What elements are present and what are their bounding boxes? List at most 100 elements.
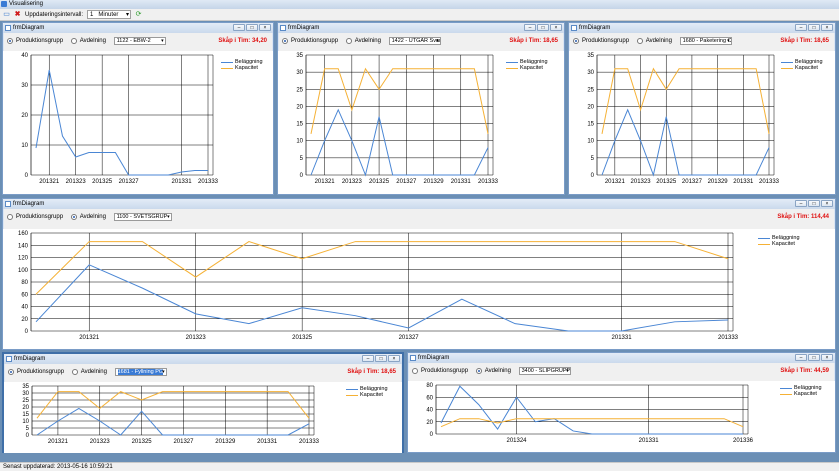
- group-combo[interactable]: 1122 - EBW-2: [113, 37, 166, 45]
- group-combo[interactable]: 1422 - UTGÅR Svan: [388, 37, 441, 45]
- window-titlebar[interactable]: frmDiagram – □ ×: [569, 23, 835, 33]
- close-button[interactable]: ×: [388, 355, 400, 362]
- group-combo[interactable]: 1680 - Paketering Ch: [679, 37, 732, 45]
- radio-produktionsgrupp[interactable]: [282, 38, 288, 44]
- window-title: frmDiagram: [14, 356, 46, 362]
- skap-label: Skåp i Tim: 18,65: [780, 38, 829, 44]
- x-tick-label: 201331: [612, 335, 633, 341]
- x-tick-label: 201321: [48, 439, 69, 445]
- maximize-button[interactable]: □: [808, 24, 820, 31]
- window-titlebar[interactable]: frmDiagram – □ ×: [3, 23, 273, 33]
- minimize-button[interactable]: –: [795, 24, 807, 31]
- radio-avdelning[interactable]: [345, 38, 352, 44]
- x-tick-label: 201325: [92, 179, 113, 185]
- skap-label: Skåp i Tim: 34,20: [218, 38, 267, 44]
- y-tick-label: 25: [587, 87, 594, 93]
- legend-kapacitet: Kapacitet: [221, 65, 263, 71]
- series-line-kapacitet: [601, 67, 770, 134]
- y-tick-label: 5: [591, 156, 595, 162]
- group-combo-value: 1680 - Paketering Ch: [682, 38, 732, 44]
- radio-avdelning[interactable]: [475, 368, 482, 374]
- chart-area: 0 10 20 30 40 201321 201323 201325 201327 201331 2…: [3, 51, 273, 194]
- group-combo-value: 1681 - Fyllning PG: [117, 369, 164, 375]
- close-button[interactable]: ×: [821, 24, 833, 31]
- radio-avdelning[interactable]: [70, 38, 77, 44]
- form-icon: [6, 356, 12, 362]
- minimize-button[interactable]: –: [233, 24, 245, 31]
- radio-produktionsgrupp[interactable]: [8, 369, 14, 375]
- minimize-button[interactable]: –: [524, 24, 536, 31]
- line-chart: 0 5 10 15 20 25 30 35 201321 201323 201325 201327 20…: [587, 53, 780, 185]
- window-titlebar[interactable]: frmDiagram – □ ×: [408, 353, 835, 363]
- y-tick-label: 35: [587, 53, 594, 59]
- form-icon: [410, 355, 416, 361]
- y-tick-label: 20: [296, 104, 303, 110]
- legend-kapacitet: Kapacitet: [781, 65, 823, 71]
- maximize-button[interactable]: □: [808, 354, 820, 361]
- x-tick-label: 201333: [718, 335, 739, 341]
- group-combo[interactable]: 1681 - Fyllning PG: [114, 368, 167, 376]
- interval-select[interactable]: 1 Minuter: [87, 10, 132, 19]
- radio-avdelning[interactable]: [71, 369, 78, 375]
- y-tick-label: 80: [21, 280, 28, 286]
- status-bar: Senast uppdaterad: 2013-05-16 10:59:21: [0, 462, 839, 471]
- y-tick-label: 100: [18, 268, 29, 274]
- radio-avdelning[interactable]: [70, 214, 77, 220]
- series-line-belaggning: [36, 407, 310, 436]
- legend-kapacitet: Kapacitet: [780, 391, 822, 397]
- window-title: frmDiagram: [288, 25, 320, 31]
- y-tick-label: 35: [296, 53, 303, 59]
- minimize-button[interactable]: –: [795, 200, 807, 207]
- x-tick-label: 201333: [759, 179, 780, 185]
- close-button[interactable]: ×: [259, 24, 271, 31]
- close-button[interactable]: ×: [821, 200, 833, 207]
- y-tick-label: 20: [21, 113, 28, 119]
- minimize-button[interactable]: –: [795, 354, 807, 361]
- group-combo[interactable]: 3400 - SLIPGRUPP: [518, 367, 571, 375]
- group-combo[interactable]: 1100 - SVETSGRUP: [113, 213, 172, 221]
- chart-area: 0 5 10 15 20 25 30 35 201321 201323 201325 201327 20…: [4, 382, 402, 453]
- x-tick-label: 201325: [656, 179, 677, 185]
- line-chart: 0 20 40 60 80 201324 201331 201336: [426, 383, 753, 444]
- y-tick-label: 40: [426, 408, 433, 414]
- y-tick-label: 0: [25, 173, 29, 179]
- legend-label: Kapacitet: [360, 392, 383, 398]
- close-x-icon[interactable]: ✖: [14, 11, 21, 18]
- interval-value: 1: [90, 12, 94, 18]
- series-line-belaggning: [310, 108, 489, 177]
- x-tick-label: 201327: [119, 179, 140, 185]
- x-tick-label: 201323: [186, 335, 207, 341]
- window-titlebar[interactable]: frmDiagram – □ ×: [278, 23, 564, 33]
- minimize-button[interactable]: –: [362, 355, 374, 362]
- window-titlebar[interactable]: frmDiagram – □ ×: [4, 354, 402, 364]
- close-button[interactable]: ×: [550, 24, 562, 31]
- radio-produktionsgrupp[interactable]: [412, 368, 418, 374]
- y-tick-label: 30: [587, 70, 594, 76]
- form-icon: [280, 25, 286, 31]
- legend-label: Kapacitet: [795, 65, 818, 71]
- diagram-window-6: frmDiagram – □ × Produktionsgrupp Avdelnin…: [407, 352, 836, 453]
- maximize-button[interactable]: □: [537, 24, 549, 31]
- radio-produktionsgrupp[interactable]: [7, 214, 13, 220]
- window-icon[interactable]: ▭: [3, 11, 10, 18]
- close-button[interactable]: ×: [821, 354, 833, 361]
- series-line-belaggning: [440, 385, 743, 435]
- x-tick-label: 201331: [639, 438, 660, 444]
- radio-produktionsgrupp[interactable]: [573, 38, 579, 44]
- window-titlebar[interactable]: frmDiagram – □ ×: [3, 199, 835, 209]
- radio-avdelning-label: Avdelning: [79, 38, 106, 44]
- y-tick-label: 10: [22, 419, 29, 425]
- radio-produktionsgrupp[interactable]: [7, 38, 13, 44]
- refresh-icon[interactable]: ⟳: [135, 11, 142, 18]
- form-icon: [5, 201, 11, 207]
- maximize-button[interactable]: □: [808, 200, 820, 207]
- chart-legend: Beläggning Kapacitet: [221, 59, 263, 71]
- chart-area: 0 5 10 15 20 25 30 35 201321 201323 201325 201327 20…: [278, 51, 564, 194]
- maximize-button[interactable]: □: [246, 24, 258, 31]
- x-tick-label: 201327: [399, 335, 420, 341]
- x-tick-label: 201321: [315, 179, 336, 185]
- maximize-button[interactable]: □: [375, 355, 387, 362]
- radio-avdelning[interactable]: [636, 38, 643, 44]
- x-tick-label: 201324: [506, 438, 527, 444]
- y-tick-label: 20: [587, 104, 594, 110]
